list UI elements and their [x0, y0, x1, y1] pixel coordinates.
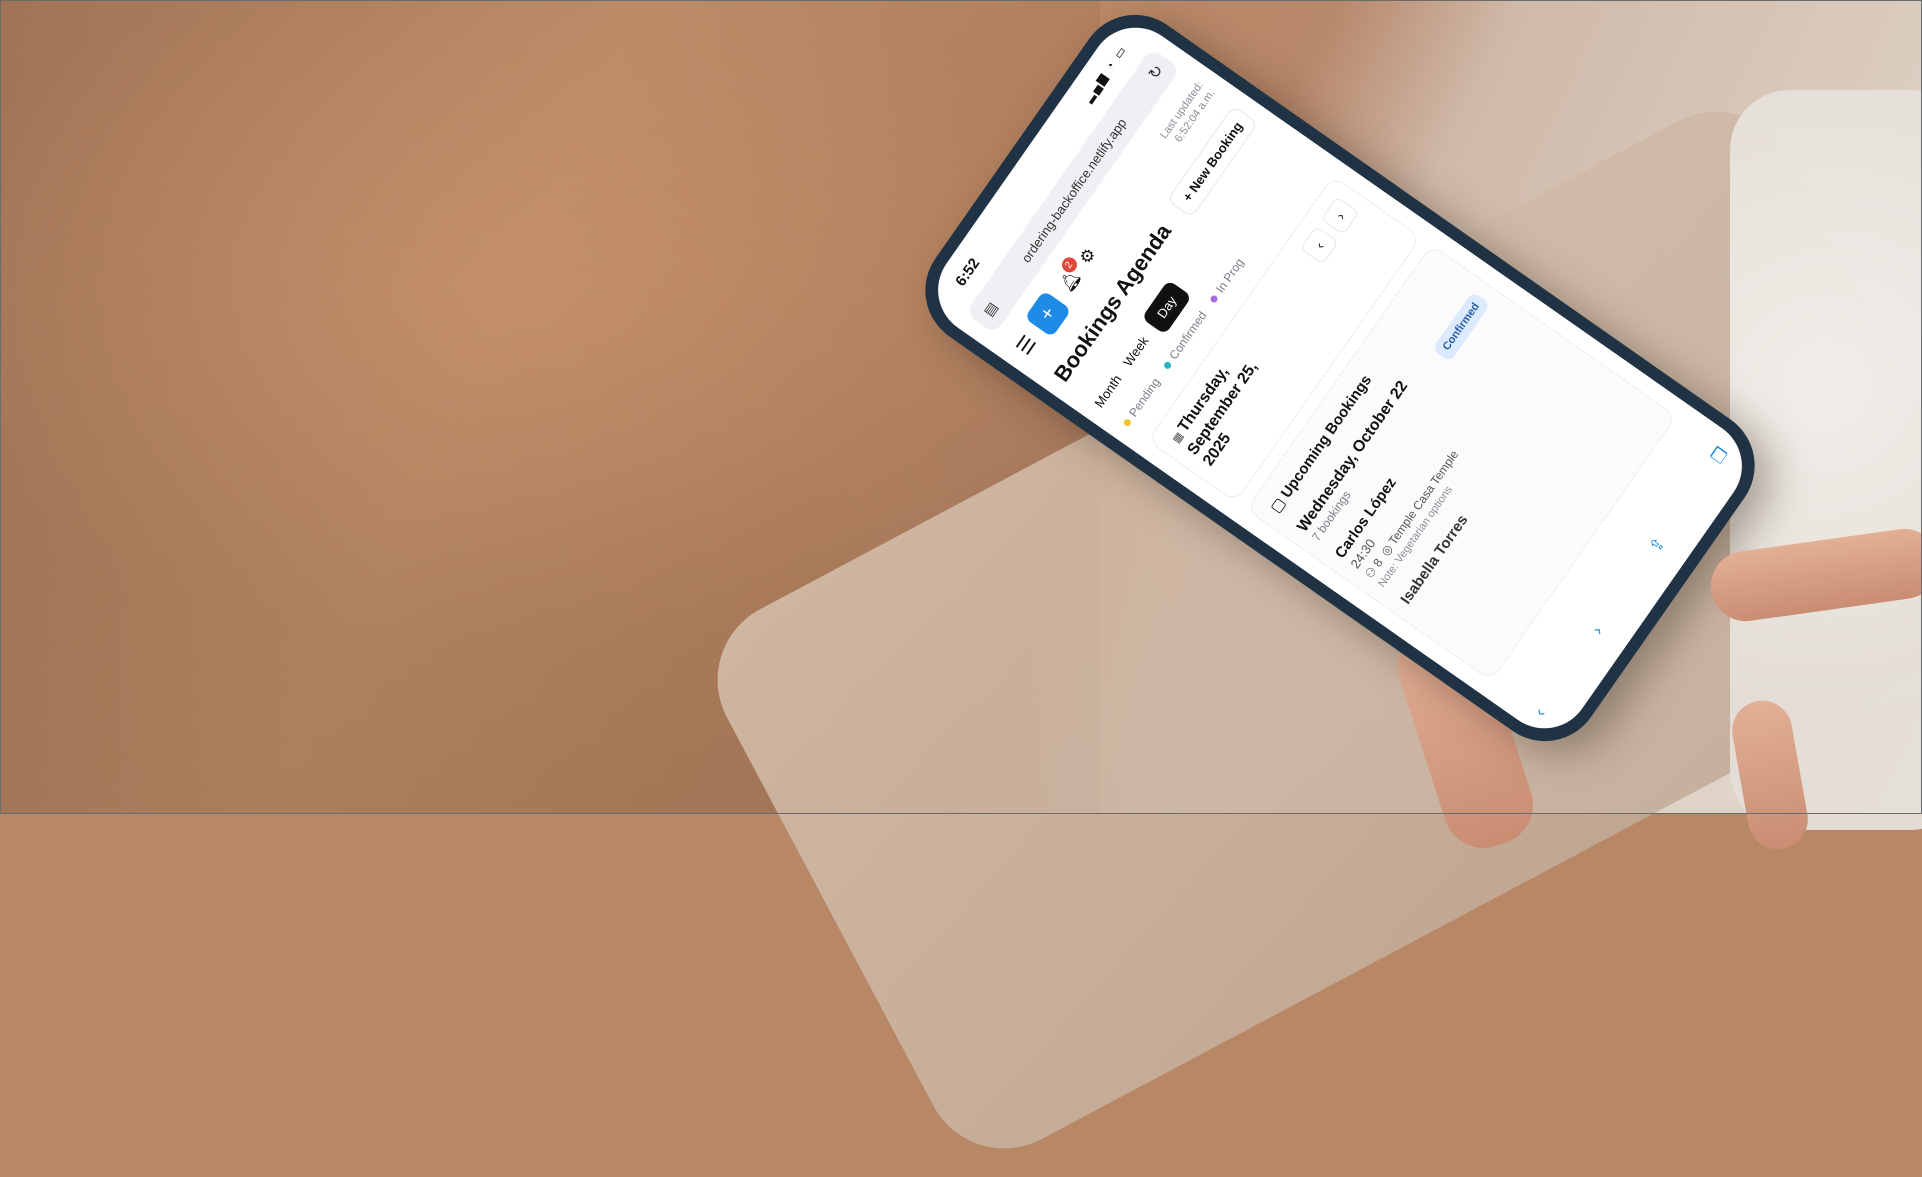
in-progress-dot [1209, 293, 1220, 304]
menu-icon[interactable]: ☰ [1011, 331, 1042, 360]
add-button[interactable]: + [1024, 290, 1072, 338]
current-date-text: Thursday, September 25, 2025 [1174, 358, 1262, 470]
back-icon[interactable]: ‹ [1531, 705, 1559, 727]
pending-dot [1122, 417, 1133, 428]
bell-icon[interactable]: 🔔︎ 2 [1056, 254, 1085, 296]
view-week-tab[interactable]: Week [1120, 333, 1151, 369]
booking-guests: 8 [1370, 555, 1386, 570]
status-time: 6:52 [952, 255, 984, 290]
tabs-overview-icon[interactable]: ❐ [1708, 444, 1741, 474]
gear-icon[interactable]: ⚙ [1076, 244, 1101, 268]
view-month-tab[interactable]: Month [1091, 372, 1124, 410]
legend-in-progress-label: In Prog [1213, 255, 1247, 296]
forward-icon[interactable]: › [1588, 623, 1616, 645]
next-day-button[interactable]: › [1320, 196, 1360, 236]
confirmed-dot [1162, 360, 1173, 371]
share-icon[interactable]: ⇪ [1645, 534, 1678, 563]
prev-day-button[interactable]: ‹ [1299, 225, 1339, 265]
date-arrows: ‹ › [1299, 196, 1360, 265]
